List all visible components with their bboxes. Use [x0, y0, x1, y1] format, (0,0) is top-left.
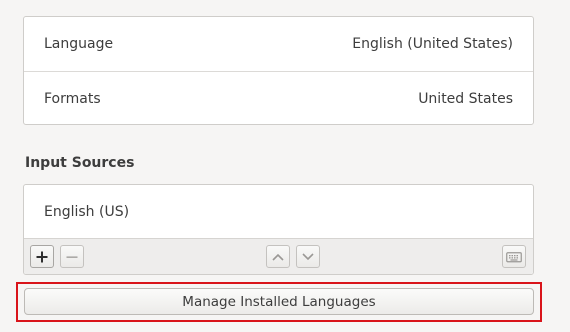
chevron-up-icon [271, 252, 285, 262]
language-row[interactable]: Language English (United States) [24, 17, 533, 71]
input-sources-panel: English (US) [23, 184, 534, 275]
show-keyboard-layout-button[interactable] [502, 245, 526, 268]
plus-icon [36, 251, 48, 263]
input-sources-toolbar [24, 238, 533, 274]
manage-installed-languages-button[interactable]: Manage Installed Languages [24, 288, 534, 315]
chevron-down-icon [301, 252, 315, 262]
move-down-button[interactable] [296, 245, 320, 268]
move-up-button[interactable] [266, 245, 290, 268]
language-value: English (United States) [352, 36, 513, 52]
input-sources-title: Input Sources [25, 155, 135, 171]
add-input-source-button[interactable] [30, 245, 54, 268]
remove-input-source-button[interactable] [60, 245, 84, 268]
region-settings-panel: Language English (United States) Formats… [23, 16, 534, 125]
formats-row[interactable]: Formats United States [24, 71, 533, 125]
language-label: Language [44, 36, 114, 52]
minus-icon [66, 251, 78, 263]
formats-value: United States [418, 90, 513, 107]
keyboard-icon [506, 251, 522, 263]
input-source-item[interactable]: English (US) [24, 185, 533, 239]
input-source-label: English (US) [44, 204, 130, 220]
formats-label: Formats [44, 90, 101, 107]
